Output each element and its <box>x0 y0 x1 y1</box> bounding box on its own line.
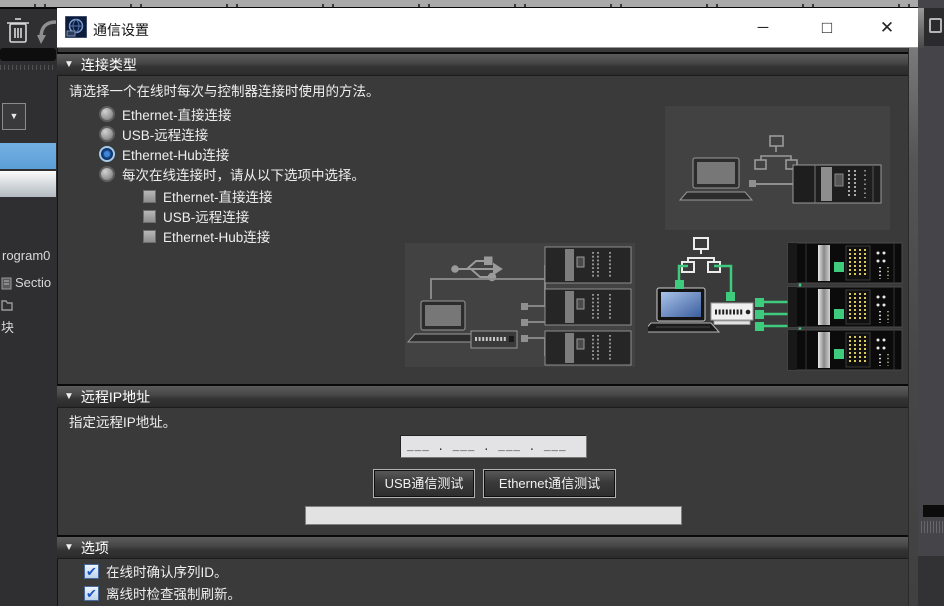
radio-usb-remote[interactable]: USB-远程连接 <box>99 124 208 144</box>
remote-ip-input[interactable]: ___ . ___ . ___ . ___ <box>400 435 587 458</box>
background-dropdown-button[interactable]: ▼ <box>2 103 26 130</box>
close-button[interactable]: ✕ <box>870 16 904 40</box>
maximize-button[interactable]: □ <box>810 16 844 40</box>
radio-icon <box>99 166 115 182</box>
active-switch-icon <box>711 303 753 325</box>
active-laptop-icon <box>648 288 719 332</box>
undo-icon[interactable] <box>37 16 57 46</box>
checkbox-icon <box>143 230 156 243</box>
dialog-globe-icon <box>65 16 87 38</box>
ethernet-test-button[interactable]: Ethernet通信测试 <box>484 470 615 497</box>
dialog-scrollbar[interactable] <box>908 48 918 606</box>
background-dark-block <box>918 556 944 606</box>
remote-ip-instruction: 指定远程IP地址。 <box>69 411 176 431</box>
checked-checkbox-icon: ✔ <box>84 564 99 579</box>
section-header-remote-ip[interactable]: ▼ 远程IP地址 <box>57 384 918 408</box>
diagram-usb-remote <box>405 243 635 367</box>
checked-checkbox-icon: ✔ <box>84 586 99 601</box>
radio-ethernet-direct[interactable]: Ethernet-直接连接 <box>99 104 232 124</box>
laptop-icon <box>680 158 752 200</box>
toolbar-texture <box>0 65 56 70</box>
dialog-title: 通信设置 <box>93 20 149 40</box>
background-list-item[interactable] <box>0 171 56 197</box>
connection-instruction: 请选择一个在线时每次与控制器连接时使用的方法。 <box>69 80 380 100</box>
radio-icon <box>99 106 115 122</box>
section-header-connection-type[interactable]: ▼ 连接类型 <box>57 52 918 76</box>
laptop-icon <box>408 301 478 342</box>
dialog-titlebar[interactable] <box>57 8 918 48</box>
test-progress-bar <box>305 506 682 525</box>
right-gradient <box>918 8 924 48</box>
collapse-triangle-icon: ▼ <box>64 59 74 70</box>
checkbox-usb-remote[interactable]: USB-远程连接 <box>143 206 249 226</box>
radio-ethernet-hub[interactable]: Ethernet-Hub连接 <box>99 144 229 164</box>
folder-icon <box>1 298 13 311</box>
radio-selected-icon <box>99 146 115 162</box>
screen: ▼ rogram0 Sectio 块 通信设置 ─ □ ✕ ▼ 连接类型 请选择… <box>0 0 944 606</box>
usb-icon <box>452 258 501 281</box>
hub-icon <box>471 331 517 348</box>
checkbox-confirm-serial-id[interactable]: ✔ 在线时确认序列ID。 <box>84 561 228 581</box>
background-texture <box>921 521 944 533</box>
collapse-triangle-icon: ▼ <box>64 391 74 402</box>
background-selected-item[interactable] <box>0 143 56 169</box>
checkbox-ethernet-hub[interactable]: Ethernet-Hub连接 <box>143 226 270 246</box>
toolbar-separator <box>0 48 56 61</box>
section-header-options[interactable]: ▼ 选项 <box>57 535 918 559</box>
section-file-icon <box>1 277 12 290</box>
background-dark-strip <box>923 505 944 517</box>
section-title: 选项 <box>81 538 109 558</box>
diagram-ethernet-hub-active <box>648 236 910 376</box>
tree-item-section[interactable]: Sectio <box>15 275 51 290</box>
section-title: 远程IP地址 <box>81 387 150 407</box>
checkbox-icon <box>143 210 156 223</box>
diagram-ethernet-direct <box>665 106 890 230</box>
chevron-down-icon: ▼ <box>10 111 19 121</box>
restore-icon <box>929 18 942 33</box>
collapse-triangle-icon: ▼ <box>64 542 74 553</box>
usb-test-button[interactable]: USB通信测试 <box>374 470 474 497</box>
section-title: 连接类型 <box>81 55 137 75</box>
tree-item-block[interactable]: 块 <box>1 317 14 336</box>
tree-item-program[interactable]: rogram0 <box>2 248 50 263</box>
trash-icon[interactable] <box>6 17 30 45</box>
radio-select-each-time[interactable]: 每次在线连接时，请从以下选项中选择。 <box>99 164 365 184</box>
checkbox-ethernet-direct[interactable]: Ethernet-直接连接 <box>143 186 273 206</box>
plc-rack-icon <box>793 165 881 203</box>
checkbox-check-forced-refresh[interactable]: ✔ 离线时检查强制刷新。 <box>84 583 241 603</box>
checkbox-icon <box>143 190 156 203</box>
radio-icon <box>99 126 115 142</box>
minimize-button[interactable]: ─ <box>746 16 780 40</box>
